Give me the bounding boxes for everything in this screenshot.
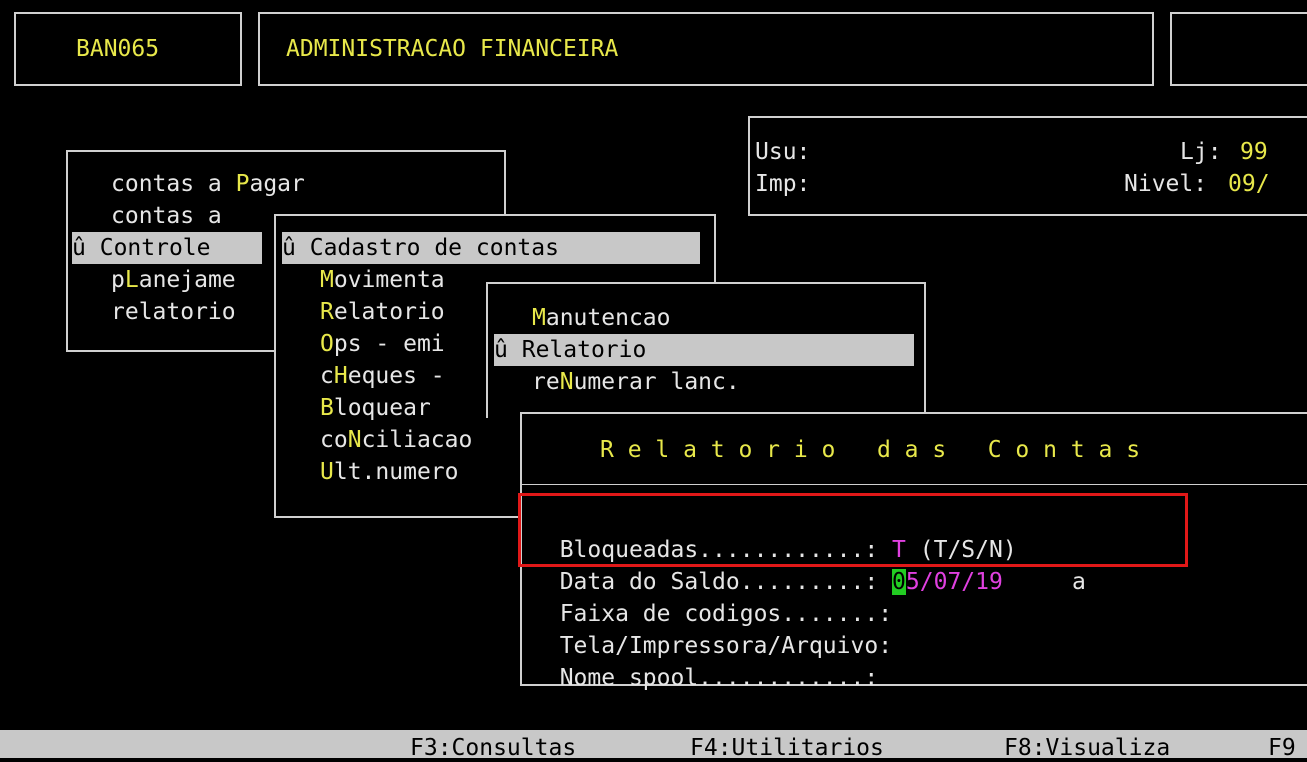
menu-item-text: elatorio [535, 337, 647, 363]
menu-item-hotkey: L [124, 267, 139, 293]
menu-item-text: elatorio [333, 299, 445, 325]
menu-item[interactable]: contas a Pagar [111, 168, 305, 200]
menu-item[interactable]: coNciliacao [320, 424, 472, 456]
menu-item-text: adastro de contas [323, 235, 559, 261]
menu-item-text: ontrole [113, 235, 211, 261]
nivel-value: 09/ [1228, 171, 1270, 197]
faixa-separator: a [1072, 569, 1086, 595]
lj-label: Lj: [1180, 139, 1222, 165]
menu-item-text: ps - emi [333, 331, 445, 357]
nivel-label: Nivel: [1124, 171, 1208, 197]
menu-item-text: p [111, 267, 125, 293]
menu-item-hotkey: H [333, 363, 348, 389]
menu-item[interactable]: Ult.numero [320, 456, 458, 488]
menu-item-hotkey: N [347, 427, 362, 453]
menu-item-text: eques - [347, 363, 445, 389]
menu-item-text: ciliacao [361, 427, 473, 453]
menu-item-text: re [532, 369, 560, 395]
menu-item-hotkey: P [235, 171, 250, 197]
menu-item-text: anejame [138, 267, 236, 293]
menu-item-text: c [320, 363, 334, 389]
menu-item-text: agar [249, 171, 305, 197]
menu-item[interactable]: Manutencao [532, 302, 670, 334]
menu-item-hotkey: C [99, 235, 114, 261]
menu-item[interactable]: contas a [111, 200, 222, 232]
menu-item-text: umerar lanc. [573, 369, 740, 395]
imp-label: Imp: [755, 171, 811, 197]
menu-item-marker: û [282, 235, 310, 261]
program-code: BAN065 [76, 36, 160, 62]
menu-item-text: ovimenta [333, 267, 445, 293]
dialog-title: R e l a t o r i o d a s C o n t a s [600, 437, 1141, 463]
spool-row: Nome spool............: [532, 630, 879, 691]
menu-item[interactable]: pLanejame [111, 264, 236, 296]
menu-item[interactable]: Ops - emi [320, 328, 445, 360]
menu-item[interactable]: relatorio [111, 296, 236, 328]
lj-value: 99 [1240, 139, 1268, 165]
menu-item-text: loquear [333, 395, 431, 421]
text-cursor: 0 [892, 569, 906, 595]
menu-item-text: contas a [111, 203, 222, 229]
data-saldo-input[interactable]: 05/07/19 [892, 569, 1003, 595]
data-saldo-value: 5/07/19 [905, 569, 1003, 595]
annotation-highlight [518, 493, 1188, 567]
app-title: ADMINISTRACAO FINANCEIRA [286, 36, 619, 62]
menu-item-text: anutencao [545, 305, 671, 331]
status-bar: F3:Consultas F4:Utilitarios F8:Visualiza… [0, 730, 1307, 761]
faixa-row: Faixa de codigos.......: [532, 566, 892, 627]
menu-item-hotkey: M [532, 305, 546, 331]
menu-item-hotkey: C [309, 235, 324, 261]
menu-item[interactable]: Movimenta [320, 264, 445, 296]
menu-item-hotkey: M [320, 267, 334, 293]
menu-item-text: co [320, 427, 348, 453]
dialog-title-separator [520, 484, 1307, 486]
header-right-box [1170, 12, 1307, 86]
menu-item-hotkey: O [320, 331, 334, 357]
menu-item[interactable]: reNumerar lanc. [532, 366, 740, 398]
menu-item-hotkey: R [521, 337, 536, 363]
menu-item[interactable]: Relatorio [320, 296, 445, 328]
usu-label: Usu: [755, 139, 811, 165]
menu-item[interactable]: û Controle [72, 232, 262, 264]
menu-item[interactable]: û Cadastro de contas [282, 232, 700, 264]
menu-item[interactable]: Bloquear [320, 392, 431, 424]
tela-row: Tela/Impressora/Arquivo: [532, 598, 892, 659]
menu-item-hotkey: B [320, 395, 334, 421]
menu-item-hotkey: N [559, 369, 574, 395]
menu-item-marker: û [72, 235, 100, 261]
menu-item-hotkey: U [320, 459, 334, 485]
menu-item-hotkey: R [320, 299, 334, 325]
menu-item-text: contas a [111, 171, 236, 197]
info-panel [748, 116, 1307, 216]
menu-item-text: relatorio [111, 299, 236, 325]
menu-item-marker: û [494, 337, 522, 363]
menu-item[interactable]: cHeques - [320, 360, 445, 392]
spool-label[interactable]: Nome spool............: [560, 665, 879, 691]
menu-item[interactable]: û Relatorio [494, 334, 914, 366]
menu-item-text: lt.numero [333, 459, 459, 485]
